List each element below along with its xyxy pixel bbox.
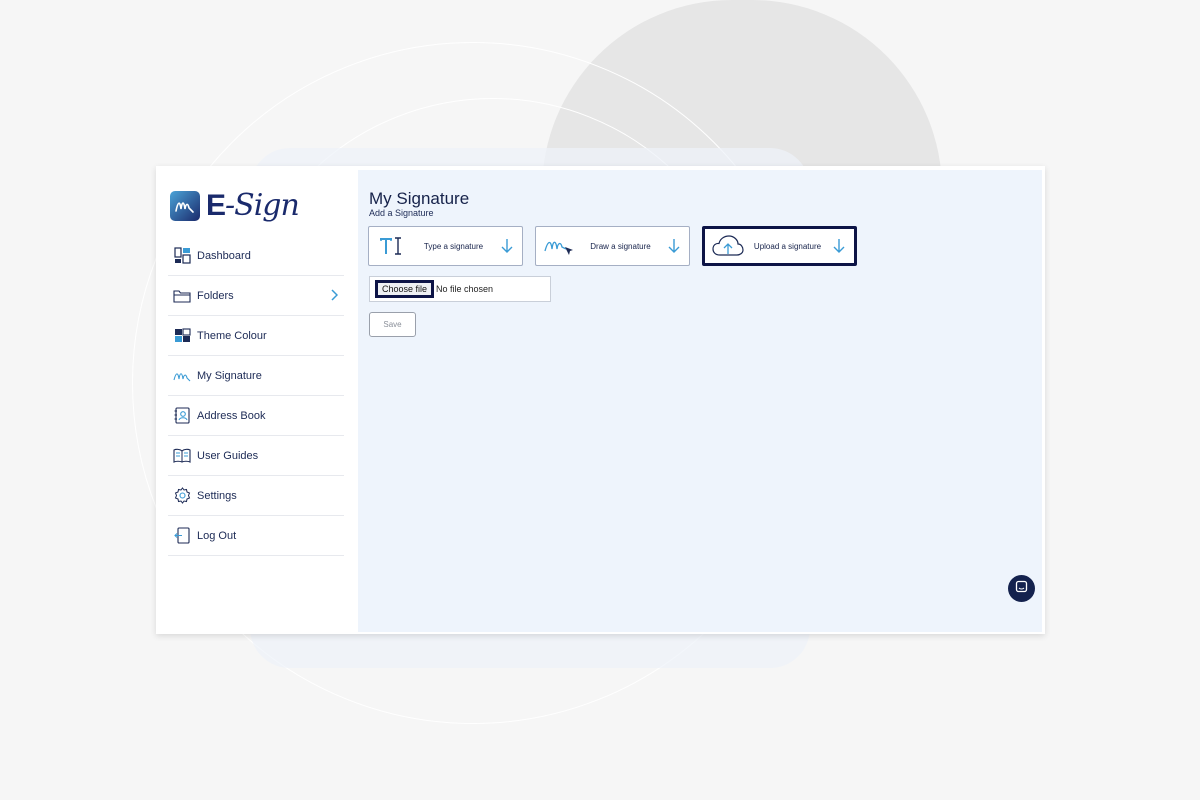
sidebar-item-folders[interactable]: Folders [168,276,344,316]
address-book-icon [173,407,191,425]
logout-icon [173,527,191,545]
sidebar-item-dashboard[interactable]: Dashboard [168,236,344,276]
logo-text: E-Sign [206,188,300,223]
sidebar-item-theme-colour[interactable]: Theme Colour [168,316,344,356]
cloud-upload-icon [711,231,745,261]
text-icon [375,231,409,261]
sidebar-item-label: Settings [197,489,237,502]
section-subtitle: Add a Signature [369,208,434,218]
app-logo[interactable]: E-Sign [170,188,300,224]
type-signature-option[interactable]: Type a signature [368,226,523,266]
book-icon [173,447,191,465]
sidebar-item-address-book[interactable]: Address Book [168,396,344,436]
arrow-down-icon [498,238,516,254]
chat-icon [1015,580,1028,598]
upload-signature-option[interactable]: Upload a signature [702,226,857,266]
app-window: E-Sign Dashboard Folders Theme Colour My… [156,166,1045,634]
sidebar-item-label: Theme Colour [197,329,267,342]
arrow-down-icon [665,238,683,254]
sidebar-item-settings[interactable]: Settings [168,476,344,516]
chevron-right-icon [330,288,339,304]
sidebar-item-label: Address Book [197,409,266,422]
sidebar-item-log-out[interactable]: Log Out [168,516,344,556]
type-signature-label: Type a signature [423,241,484,251]
sidebar: E-Sign Dashboard Folders Theme Colour My… [156,166,356,634]
sidebar-item-label: Dashboard [197,249,251,262]
page-title: My Signature [369,189,470,209]
folder-icon [173,287,191,305]
draw-signature-option[interactable]: Draw a signature [535,226,690,266]
file-input[interactable]: Choose file No file chosen [369,276,551,302]
choose-file-button[interactable]: Choose file [375,280,435,298]
sidebar-item-label: Folders [197,289,234,302]
signature-icon [173,367,191,385]
theme-colour-icon [173,327,191,345]
sidebar-item-label: User Guides [197,449,259,462]
gear-icon [173,487,191,505]
sidebar-item-label: My Signature [197,369,262,382]
sidebar-item-label: Log Out [197,529,237,542]
sidebar-item-my-signature[interactable]: My Signature [168,356,344,396]
arrow-down-icon [830,238,848,254]
save-button[interactable]: Save [369,312,416,337]
dashboard-icon [173,247,191,265]
draw-signature-label: Draw a signature [590,241,651,251]
pen-scribble-icon [542,231,576,261]
sidebar-nav: Dashboard Folders Theme Colour My Signat… [168,236,344,556]
upload-signature-label: Upload a signature [753,241,822,251]
file-status-text: No file chosen [436,284,494,294]
main-content: My Signature Add a Signature Type a sign… [358,170,1042,632]
sidebar-item-user-guides[interactable]: User Guides [168,436,344,476]
logo-mark-icon [170,191,200,221]
chat-support-button[interactable] [1008,575,1035,602]
